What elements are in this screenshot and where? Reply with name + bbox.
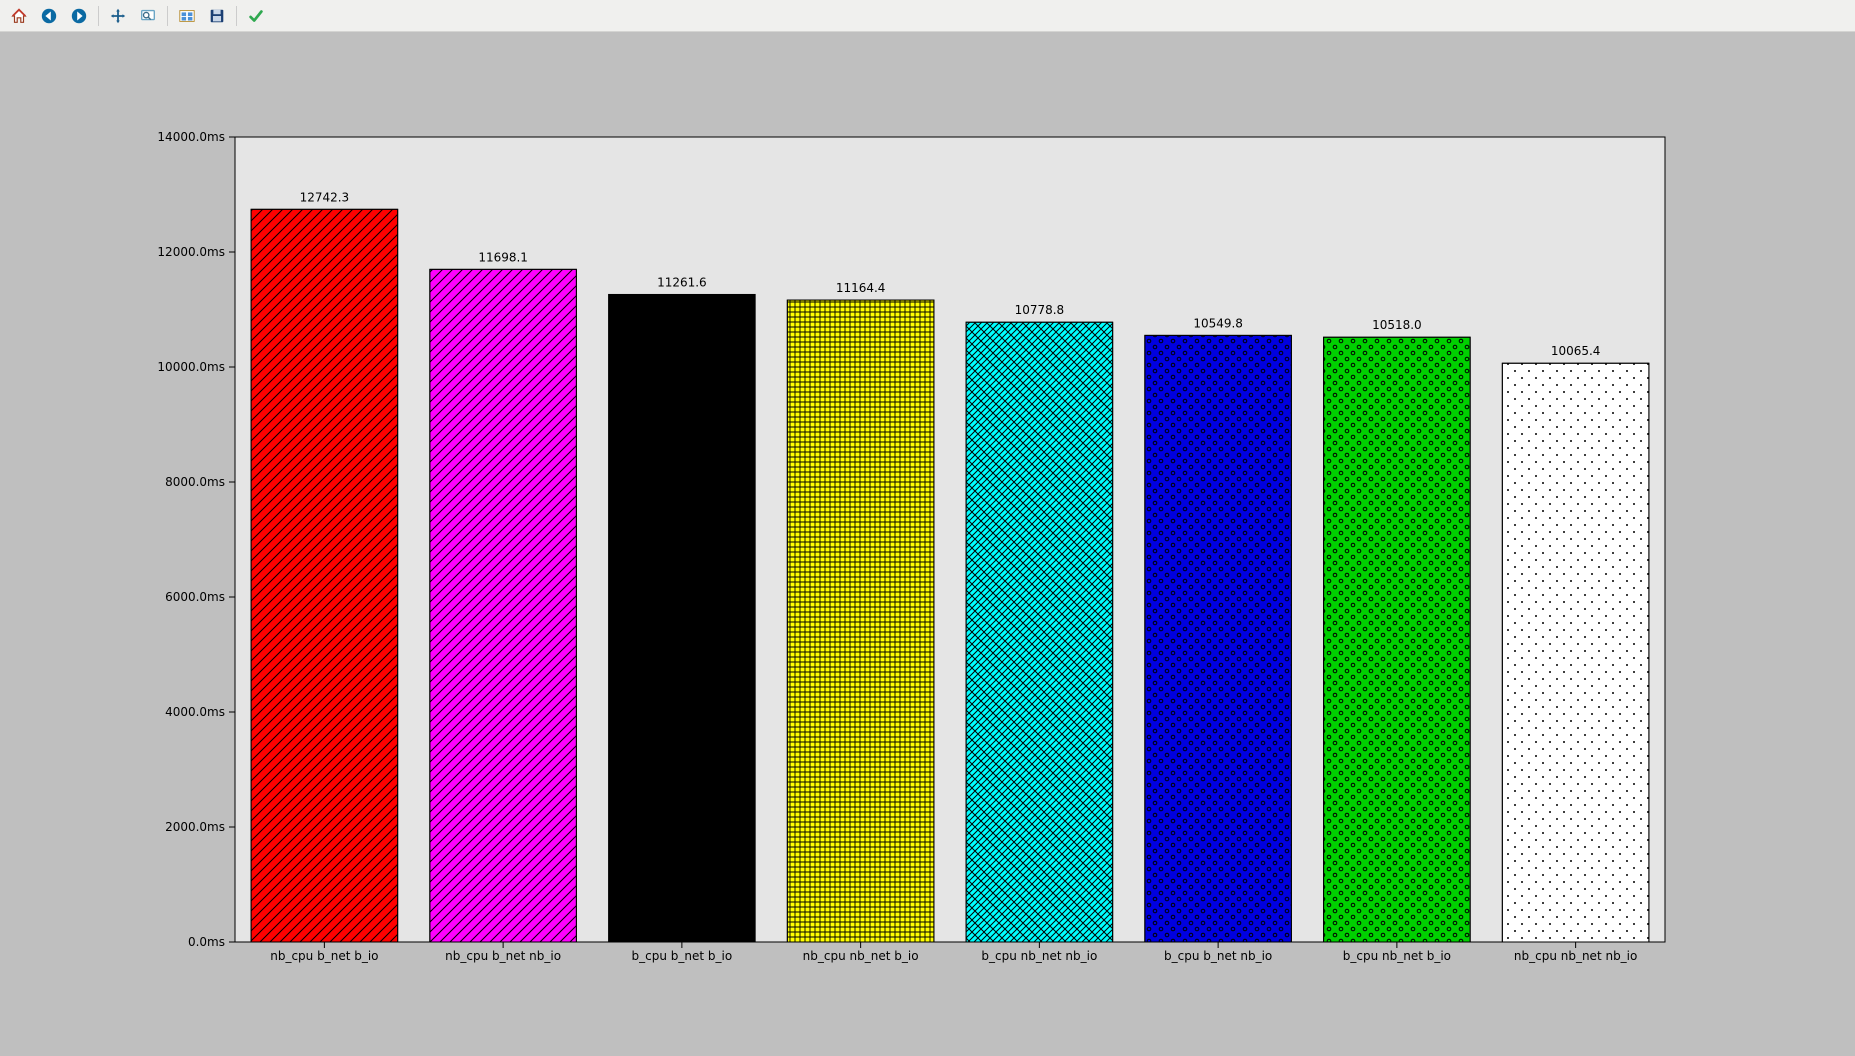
ytick-label: 2000.0ms [165, 820, 225, 834]
ytick-label: 12000.0ms [157, 245, 225, 259]
bar-value-label: 10518.0 [1372, 318, 1422, 332]
xtick-label: nb_cpu nb_net nb_io [1514, 949, 1638, 963]
xtick-label: nb_cpu b_net b_io [270, 949, 378, 963]
ytick-label: 4000.0ms [165, 705, 225, 719]
xtick-label: b_cpu nb_net nb_io [981, 949, 1097, 963]
xtick-label: nb_cpu nb_net b_io [803, 949, 919, 963]
back-button[interactable] [37, 4, 61, 28]
bar-hatch [787, 300, 934, 942]
toolbar-separator [98, 6, 99, 26]
home-icon [10, 7, 28, 25]
bar-value-label: 11698.1 [478, 250, 528, 264]
save-button[interactable] [205, 4, 229, 28]
bar-hatch [430, 269, 577, 942]
xtick-label: b_cpu nb_net b_io [1343, 949, 1451, 963]
bar [609, 294, 756, 942]
bar-value-label: 10065.4 [1551, 344, 1601, 358]
figure-canvas[interactable]: 0.0ms 2000.0ms 4000.0ms 6000.0ms 8000.0ms 100… [0, 32, 1855, 1056]
ytick-label: 10000.0ms [157, 360, 225, 374]
bar-hatch [1145, 335, 1292, 942]
subplots-icon [178, 7, 196, 25]
subplots-button[interactable] [175, 4, 199, 28]
save-icon [208, 7, 226, 25]
bar-value-label: 11164.4 [836, 281, 886, 295]
forward-icon [70, 7, 88, 25]
bar-value-label: 10549.8 [1193, 316, 1243, 330]
ytick-label: 14000.0ms [157, 130, 225, 144]
toolbar-separator [167, 6, 168, 26]
bar-hatch [1324, 337, 1471, 942]
zoom-button[interactable] [136, 4, 160, 28]
zoom-icon [139, 7, 157, 25]
bar-value-label: 10778.8 [1015, 303, 1065, 317]
bar-hatch [1502, 363, 1649, 942]
xtick-label: b_cpu b_net b_io [632, 949, 733, 963]
pan-button[interactable] [106, 4, 130, 28]
ytick-label: 8000.0ms [165, 475, 225, 489]
xtick-label: nb_cpu b_net nb_io [445, 949, 561, 963]
forward-button[interactable] [67, 4, 91, 28]
bar-hatch [251, 209, 398, 942]
bar-hatch [966, 322, 1113, 942]
bar-value-label: 12742.3 [300, 190, 350, 204]
home-button[interactable] [7, 4, 31, 28]
matplotlib-toolbar [0, 0, 1855, 32]
back-icon [40, 7, 58, 25]
check-icon [247, 7, 265, 25]
apply-button[interactable] [244, 4, 268, 28]
ytick-label: 6000.0ms [165, 590, 225, 604]
xtick-label: b_cpu b_net nb_io [1164, 949, 1272, 963]
bar-chart: 0.0ms 2000.0ms 4000.0ms 6000.0ms 8000.0ms 100… [0, 32, 1855, 1056]
pan-icon [109, 7, 127, 25]
bar-value-label: 11261.6 [657, 275, 707, 289]
ytick-label: 0.0ms [188, 935, 225, 949]
toolbar-separator [236, 6, 237, 26]
